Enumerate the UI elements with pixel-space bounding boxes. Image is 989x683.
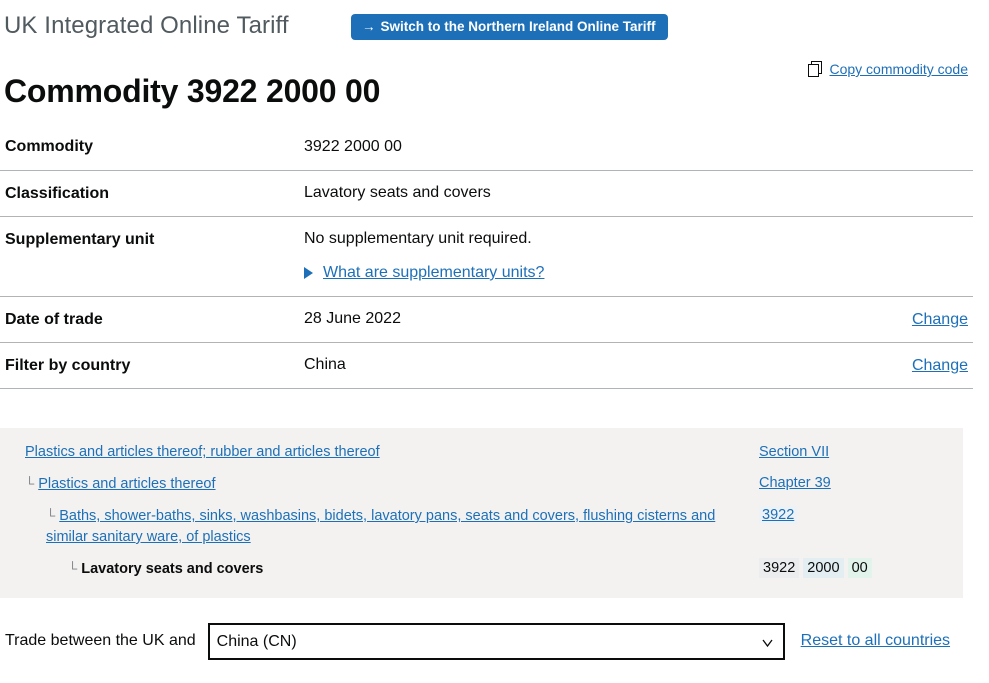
commodity-page: UK Integrated Online Tariff → Switch to t… xyxy=(0,0,989,683)
trade-between-label: Trade between the UK and xyxy=(5,632,196,649)
detail-value: 3922 2000 00 xyxy=(304,138,402,155)
detail-value: Lavatory seats and covers xyxy=(304,184,491,201)
hierarchy-code: 3922 xyxy=(759,505,989,526)
hierarchy-commodity-code: 3922 2000 00 xyxy=(759,558,989,579)
copy-commodity-code-link[interactable]: Copy commodity code xyxy=(829,60,968,78)
hierarchy-section-link[interactable]: Plastics and articles thereof; rubber an… xyxy=(25,444,380,460)
detail-row-supplementary-unit: Supplementary unit No supplementary unit… xyxy=(0,216,973,296)
country-select-wrapper: China (CN) xyxy=(207,622,785,660)
hierarchy-chapter-link[interactable]: Plastics and articles thereof xyxy=(38,476,215,492)
hierarchy-section-code-link[interactable]: Section VII xyxy=(759,444,829,460)
hierarchy-heading-link[interactable]: Baths, shower-baths, sinks, washbasins, … xyxy=(46,508,715,545)
hierarchy-code: Section VII xyxy=(759,442,989,463)
change-filter-by-country-link[interactable]: Change xyxy=(912,355,968,377)
supplementary-units-link[interactable]: What are supplementary units? xyxy=(323,262,544,284)
supplementary-units-disclosure[interactable]: What are supplementary units? xyxy=(304,262,883,284)
detail-term: Supplementary unit xyxy=(5,231,155,248)
country-select[interactable]: China (CN) xyxy=(207,622,785,660)
detail-row-filter-by-country: Filter by country China Change xyxy=(0,342,973,389)
tree-connector-icon: └ xyxy=(68,561,78,576)
hierarchy-code: Chapter 39 xyxy=(759,473,989,494)
copy-commodity-code[interactable]: Copy commodity code xyxy=(808,60,968,78)
code-segment-2: 2000 xyxy=(803,558,844,578)
detail-term: Classification xyxy=(5,185,110,202)
detail-value: China xyxy=(304,356,346,373)
detail-term: Commodity xyxy=(5,138,93,155)
detail-value: 28 June 2022 xyxy=(304,310,401,327)
detail-row-date-of-trade: Date of trade 28 June 2022 Change xyxy=(0,296,973,342)
hierarchy-row-commodity: └ Lavatory seats and covers 3922 2000 00 xyxy=(0,558,963,590)
page-header: UK Integrated Online Tariff → Switch to t… xyxy=(0,12,989,46)
detail-term: Date of trade xyxy=(5,311,103,328)
hierarchy-chapter-code-link[interactable]: Chapter 39 xyxy=(759,475,831,491)
detail-row-classification: Classification Lavatory seats and covers xyxy=(0,170,973,216)
switch-to-ni-tariff-button[interactable]: → Switch to the Northern Ireland Online T… xyxy=(351,14,668,40)
commodity-hierarchy-panel: Plastics and articles thereof; rubber an… xyxy=(0,428,963,598)
change-date-of-trade-link[interactable]: Change xyxy=(912,309,968,331)
detail-term: Filter by country xyxy=(5,357,131,374)
hierarchy-row-heading: └ Baths, shower-baths, sinks, washbasins,… xyxy=(0,505,963,558)
hierarchy-row-chapter: └ Plastics and articles thereof Chapter 3… xyxy=(0,473,963,505)
detail-row-commodity: Commodity 3922 2000 00 xyxy=(0,124,973,170)
code-segment-3: 00 xyxy=(847,558,872,578)
trade-country-selector-row: Trade between the UK and China (CN) Rese… xyxy=(0,620,989,662)
detail-value-block: No supplementary unit required. What are… xyxy=(304,228,883,284)
tree-connector-icon: └ xyxy=(25,476,35,491)
tree-connector-icon: └ xyxy=(46,508,56,523)
detail-value: No supplementary unit required. xyxy=(304,230,532,247)
page-title: Commodity 3922 2000 00 xyxy=(4,73,381,110)
triangle-right-icon xyxy=(304,267,313,279)
arrow-right-icon: → xyxy=(362,19,376,34)
switch-button-label: Switch to the Northern Ireland Online Ta… xyxy=(380,19,656,34)
commodity-details-list: Commodity 3922 2000 00 Classification La… xyxy=(0,124,973,389)
hierarchy-heading-code-link[interactable]: 3922 xyxy=(759,506,798,524)
code-segment-1: 3922 xyxy=(759,558,800,578)
hierarchy-current-commodity: Lavatory seats and covers xyxy=(81,561,264,577)
service-name: UK Integrated Online Tariff xyxy=(4,12,289,39)
copy-icon xyxy=(808,61,823,77)
reset-to-all-countries-link[interactable]: Reset to all countries xyxy=(801,630,950,652)
hierarchy-row-section: Plastics and articles thereof; rubber an… xyxy=(0,442,963,473)
